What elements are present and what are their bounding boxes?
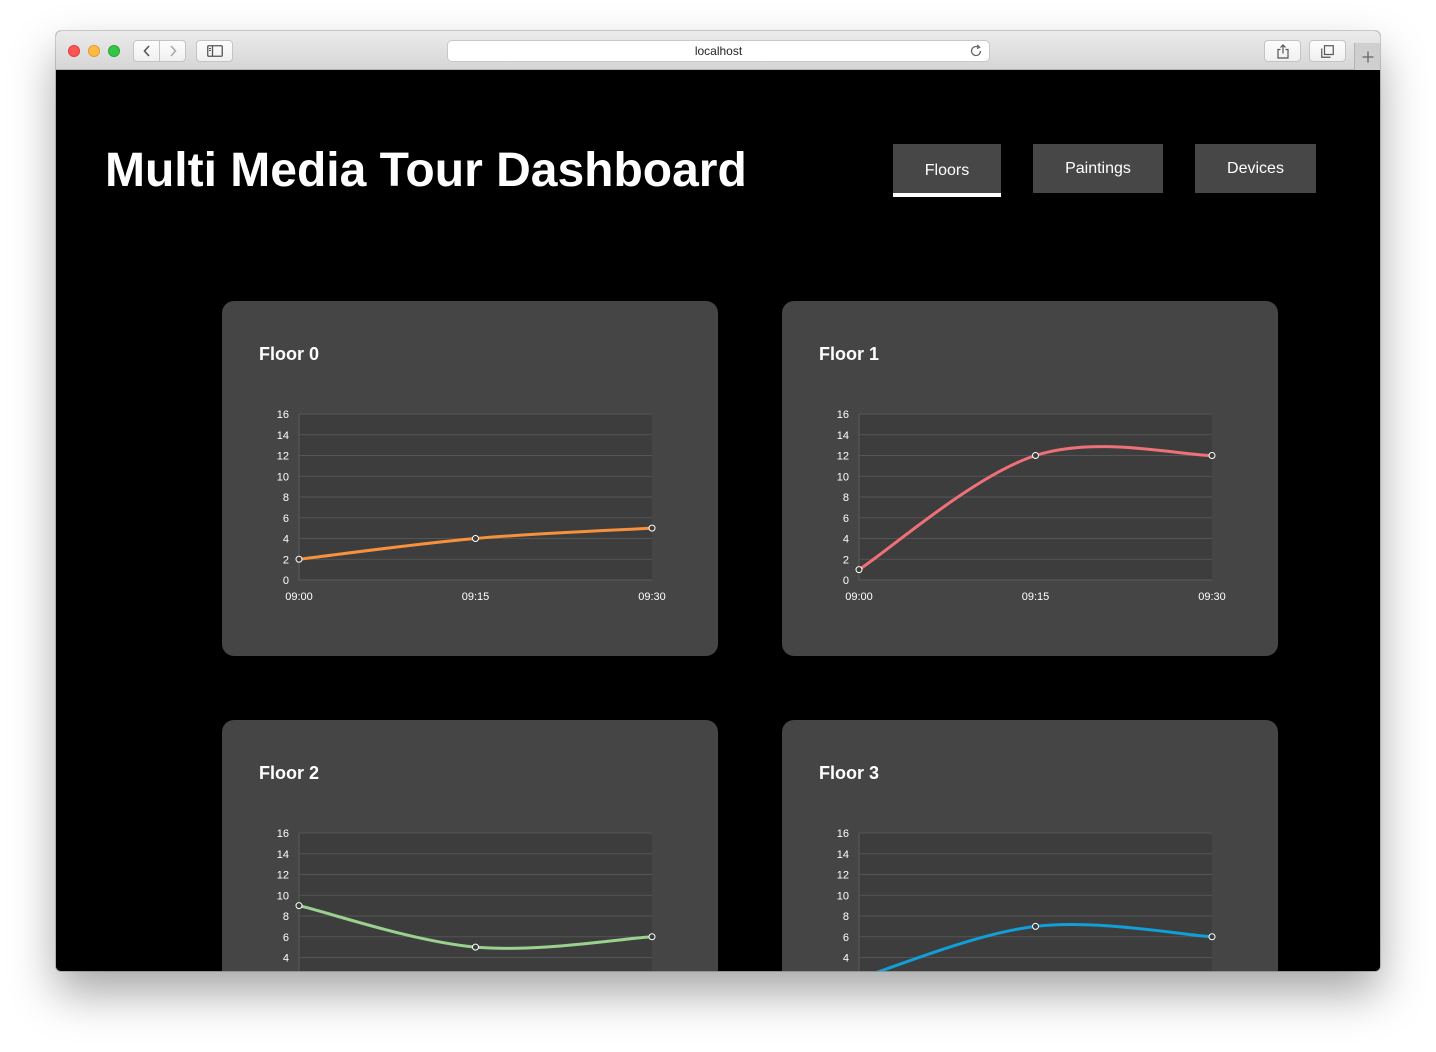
data-point[interactable] (295, 555, 303, 563)
y-tick-label: 16 (277, 409, 289, 421)
forward-button[interactable] (159, 41, 185, 61)
x-tick-label: 09:30 (638, 591, 666, 603)
floor-line-chart: 0 2 4 6 8 10 12 14 16 09:00 09:15 09:30 (837, 409, 1226, 603)
x-tick-label: 09:00 (845, 591, 873, 603)
y-tick-label: 10 (837, 471, 849, 483)
tab-devices[interactable]: Devices (1195, 144, 1316, 193)
y-tick-label: 14 (277, 849, 289, 861)
y-tick-label: 4 (843, 953, 849, 965)
y-tick-label: 14 (837, 849, 849, 861)
reload-icon[interactable] (969, 44, 983, 58)
address-text: localhost (694, 44, 743, 58)
data-point[interactable] (472, 943, 479, 951)
tabs-icon (1321, 44, 1334, 58)
page-title: Multi Media Tour Dashboard (105, 144, 747, 197)
browser-window: localhost Multi Media Tour Dashboard Flo… (56, 31, 1380, 971)
page-content: Multi Media Tour Dashboard Floors Painti… (56, 70, 1380, 971)
floor-card: Floor 3 0 2 4 6 8 10 12 14 16 09:00 09:15 09:30 (782, 720, 1278, 971)
floor-line-chart: 0 2 4 6 8 10 12 14 16 09:00 09:15 09:30 (277, 409, 666, 603)
y-tick-label: 8 (843, 911, 849, 923)
tab-overview-button[interactable] (1309, 40, 1346, 62)
tab-paintings-label: Paintings (1065, 159, 1131, 177)
chevron-right-icon (169, 45, 177, 57)
tab-floors-label: Floors (924, 161, 970, 179)
y-tick-label: 10 (277, 890, 289, 902)
y-tick-label: 4 (843, 534, 849, 546)
data-point[interactable] (295, 902, 303, 910)
plus-icon (1362, 51, 1373, 62)
data-point[interactable] (472, 535, 479, 542)
y-tick-label: 6 (843, 932, 849, 944)
tab-floors[interactable]: Floors (893, 144, 1001, 197)
y-tick-label: 8 (283, 492, 289, 504)
zoom-window-button[interactable] (108, 45, 120, 57)
y-tick-label: 8 (283, 911, 289, 923)
new-tab-button[interactable] (1354, 43, 1380, 70)
x-tick-label: 09:15 (1022, 591, 1050, 603)
floor-card: Floor 1 0 2 4 6 8 10 12 14 16 09:00 09:15 09:30 (782, 301, 1278, 656)
y-tick-label: 16 (837, 828, 849, 840)
y-tick-label: 12 (277, 451, 289, 463)
address-bar[interactable]: localhost (447, 40, 990, 62)
y-tick-label: 12 (837, 870, 849, 882)
tab-devices-label: Devices (1227, 159, 1284, 177)
x-tick-label: 09:15 (462, 591, 490, 603)
floor-line-chart: 024681012141609:00 09:15 09:30 (837, 828, 1216, 971)
close-window-button[interactable] (68, 45, 80, 57)
y-tick-label: 0 (283, 575, 289, 587)
sidebar-toggle-button[interactable] (196, 40, 233, 62)
data-point[interactable] (1208, 933, 1216, 941)
y-tick-label: 12 (277, 870, 289, 882)
data-point[interactable] (1032, 452, 1039, 459)
tab-paintings[interactable]: Paintings (1033, 144, 1163, 193)
floor-card: Floor 2 0 2 4 6 8 10 12 14 16 09:00 09:15 09:30 (222, 720, 718, 971)
y-tick-label: 2 (283, 554, 289, 566)
y-tick-label: 10 (837, 890, 849, 902)
data-point[interactable] (648, 933, 656, 941)
y-tick-label: 0 (843, 575, 849, 587)
y-tick-label: 12 (837, 451, 849, 463)
chevron-left-icon (142, 45, 150, 57)
share-icon (1276, 43, 1289, 59)
y-tick-label: 2 (843, 554, 849, 566)
share-button[interactable] (1264, 40, 1301, 62)
y-tick-label: 6 (283, 932, 289, 944)
history-nav-group (133, 40, 186, 62)
y-tick-label: 4 (283, 953, 289, 965)
data-point[interactable] (855, 566, 863, 574)
floor-line-chart: 024681012141609:00 09:15 09:30 (277, 828, 656, 971)
y-tick-label: 14 (277, 430, 289, 442)
browser-toolbar: localhost (56, 31, 1380, 70)
back-button[interactable] (134, 41, 159, 61)
data-point[interactable] (1032, 922, 1039, 930)
y-tick-label: 8 (843, 492, 849, 504)
y-tick-label: 6 (843, 513, 849, 525)
x-tick-label: 09:00 (285, 591, 313, 603)
y-tick-label: 16 (837, 409, 849, 421)
data-point[interactable] (1208, 452, 1216, 459)
y-tick-label: 14 (837, 430, 849, 442)
minimize-window-button[interactable] (88, 45, 100, 57)
data-point[interactable] (648, 524, 656, 532)
y-tick-label: 6 (283, 513, 289, 525)
sidebar-icon (206, 45, 223, 57)
floor-card: Floor 0 0 2 4 6 8 10 12 14 16 09:00 09:15 09:30 (222, 301, 718, 656)
y-tick-label: 10 (277, 471, 289, 483)
y-tick-label: 4 (283, 534, 289, 546)
x-tick-label: 09:30 (1198, 591, 1226, 603)
y-tick-label: 16 (277, 828, 289, 840)
